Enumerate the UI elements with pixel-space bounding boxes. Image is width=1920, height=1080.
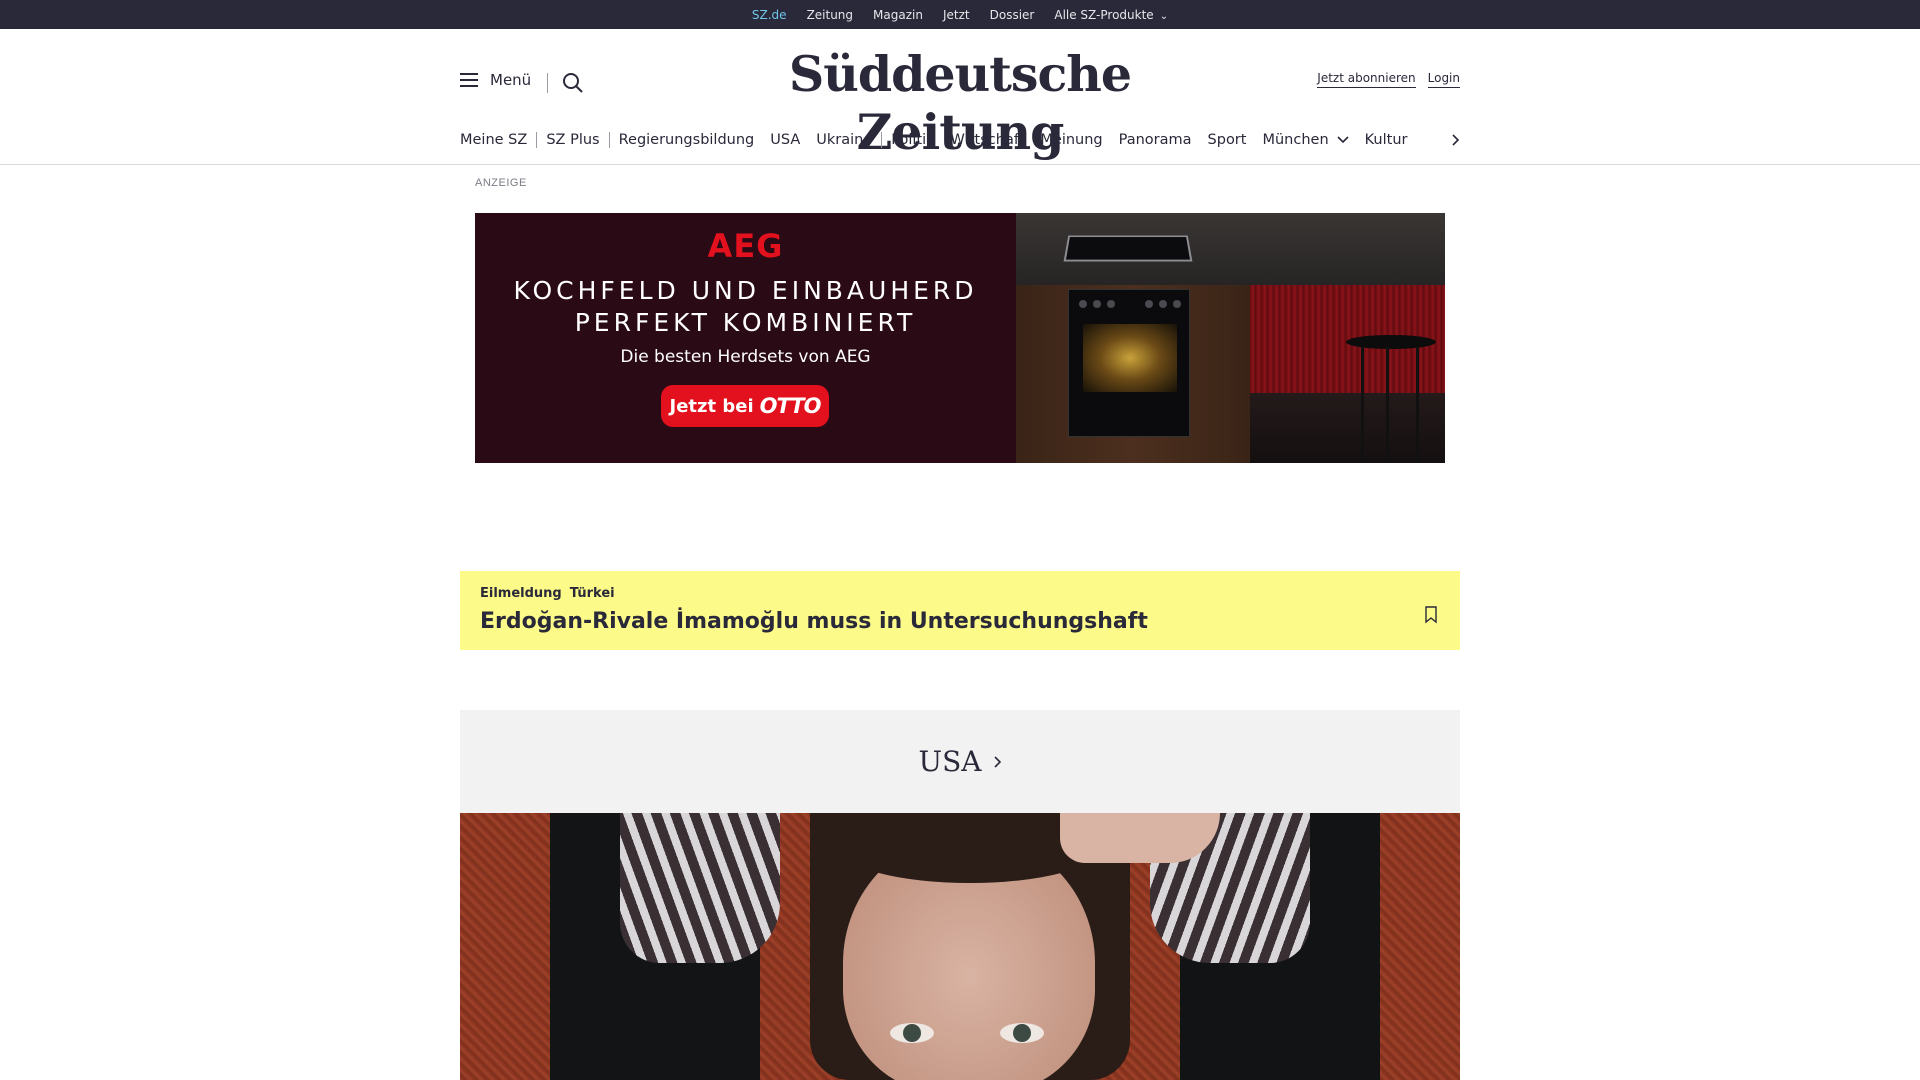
chevron-right-icon xyxy=(1452,134,1460,146)
nav-item-meinung[interactable]: Meinung xyxy=(1040,132,1102,148)
nav-item-wirtschaft[interactable]: Wirtschaft xyxy=(951,132,1025,148)
ad-subline: Die besten Herdsets von AEG xyxy=(620,347,871,367)
ad-label: ANZEIGE xyxy=(475,177,527,189)
chevron-down-icon xyxy=(1337,136,1349,144)
bookmark-icon[interactable] xyxy=(1424,606,1438,624)
breaking-headline[interactable]: Erdoğan-Rivale İmamoğlu muss in Untersuc… xyxy=(480,609,1148,634)
ad-banner[interactable]: AEG KOCHFELD UND EINBAUHERD PERFEKT KOMB… xyxy=(475,213,1445,463)
breaking-label: Eilmeldung xyxy=(480,586,562,601)
section-header-usa[interactable]: USA xyxy=(460,710,1460,813)
nav-item-panorama[interactable]: Panorama xyxy=(1119,132,1192,148)
nav-item-sport[interactable]: Sport xyxy=(1208,132,1247,148)
menu-button[interactable]: Menü xyxy=(460,71,531,89)
account-links: Jetzt abonnieren Login xyxy=(1317,71,1460,88)
ad-oven-window xyxy=(1083,324,1177,392)
nav-item-kultur[interactable]: Kultur xyxy=(1365,132,1408,148)
breaking-tags: Eilmeldung Türkei xyxy=(480,586,615,601)
ad-cta-button[interactable]: Jetzt bei OTTO xyxy=(661,385,829,427)
menu-label: Menü xyxy=(490,71,532,89)
subscribe-link[interactable]: Jetzt abonnieren xyxy=(1317,71,1416,88)
nav-divider xyxy=(881,132,883,148)
ad-oven xyxy=(1068,289,1190,437)
top-bar-links: SZ.de Zeitung Magazin Jetzt Dossier Alle… xyxy=(0,0,1920,31)
topbar-link-szde[interactable]: SZ.de xyxy=(752,8,787,31)
topbar-link-magazin[interactable]: Magazin xyxy=(873,8,923,22)
nav-item-muenchen[interactable]: München xyxy=(1262,132,1349,148)
topbar-products-label: Alle SZ-Produkte xyxy=(1054,7,1154,22)
ad-headline-line-1: KOCHFELD UND EINBAUHERD xyxy=(513,276,978,305)
section-title: USA xyxy=(918,745,982,778)
top-bar: SZ.de Zeitung Magazin Jetzt Dossier Alle… xyxy=(0,0,1920,31)
section-lead-image[interactable] xyxy=(460,813,1460,1080)
ad-headline-line-2: PERFEKT KOMBINIERT xyxy=(574,308,917,337)
nav-item-politik[interactable]: Politik xyxy=(891,132,934,148)
site-header: Menü Süddeutsche Zeitung Jetzt abonniere… xyxy=(0,29,1920,165)
nav-item-sz-plus[interactable]: SZ Plus xyxy=(546,132,599,148)
nav-item-regierungsbildung[interactable]: Regierungsbildung xyxy=(619,132,755,148)
nav-scroll-right-button[interactable] xyxy=(1452,128,1464,152)
breaking-topic: Türkei xyxy=(569,586,615,601)
topbar-link-jetzt[interactable]: Jetzt xyxy=(943,8,970,22)
ad-stool xyxy=(1346,335,1436,349)
nav-item-usa[interactable]: USA xyxy=(770,132,800,148)
ad-hob xyxy=(1063,235,1193,262)
ad-text-panel: AEG KOCHFELD UND EINBAUHERD PERFEKT KOMB… xyxy=(475,213,1016,463)
ad-brand-logo: AEG xyxy=(707,227,784,265)
topbar-link-dossier[interactable]: Dossier xyxy=(990,8,1035,22)
main-navigation: Meine SZ SZ Plus Regierungsbildung USA U… xyxy=(460,128,1460,152)
ad-headline: KOCHFELD UND EINBAUHERD PERFEKT KOMBINIE… xyxy=(475,275,1016,339)
topbar-link-zeitung[interactable]: Zeitung xyxy=(807,8,853,22)
chevron-right-icon xyxy=(993,755,1001,768)
ad-cta-brand: OTTO xyxy=(759,394,822,418)
nav-divider xyxy=(536,132,538,148)
nav-item-ukraine[interactable]: Ukraine xyxy=(816,132,872,148)
nav-item-muenchen-label: München xyxy=(1262,132,1329,148)
chevron-down-icon: ⌄ xyxy=(1159,10,1169,22)
header-divider xyxy=(547,73,548,93)
ad-kitchen-image xyxy=(1016,213,1445,463)
login-link[interactable]: Login xyxy=(1427,71,1460,88)
ad-cta-label: Jetzt bei xyxy=(669,395,754,417)
search-icon xyxy=(563,73,583,93)
nav-divider xyxy=(608,132,610,148)
breaking-news-teaser[interactable]: Eilmeldung Türkei Erdoğan-Rivale İmamoğl… xyxy=(460,571,1460,650)
nav-item-meine-sz[interactable]: Meine SZ xyxy=(460,132,527,148)
hamburger-icon xyxy=(460,73,478,87)
topbar-products-dropdown[interactable]: Alle SZ-Produkte ⌄ xyxy=(1054,8,1168,22)
search-button[interactable] xyxy=(561,71,585,95)
